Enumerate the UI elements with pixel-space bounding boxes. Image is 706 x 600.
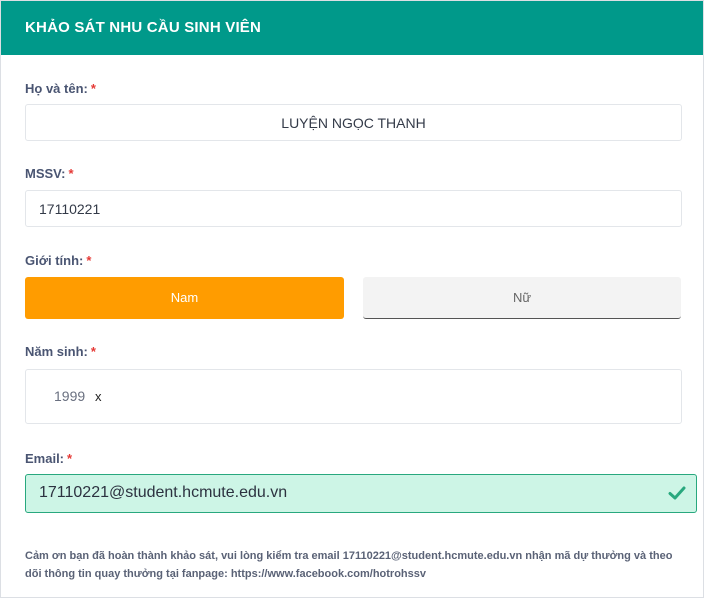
completion-message: Cảm ơn bạn đã hoàn thành khảo sát, vui l… <box>25 550 673 580</box>
clear-selection-icon[interactable]: x <box>95 389 102 404</box>
gender-female-button[interactable]: Nữ <box>363 277 681 319</box>
email-label-text: Email: <box>25 451 65 466</box>
birth-year-label-text: Năm sinh: <box>25 344 88 359</box>
check-icon <box>668 486 686 500</box>
birth-year-label: Năm sinh: * <box>25 344 96 359</box>
birth-year-value: 1999 <box>54 388 86 404</box>
fullname-label: Họ và tên: * <box>25 81 96 96</box>
mssv-field[interactable]: 17110221 <box>25 190 682 227</box>
survey-card: KHẢO SÁT NHU CẦU SINH VIÊN Họ và tên: * L… <box>0 0 704 598</box>
birth-year-select[interactable]: 1999 x <box>25 369 682 424</box>
fullname-label-text: Họ và tên: <box>25 81 88 96</box>
required-mark: * <box>68 166 74 181</box>
required-mark: * <box>86 253 92 268</box>
gender-label: Giới tính: * <box>25 253 91 268</box>
required-mark: * <box>67 451 73 466</box>
email-field[interactable]: 17110221@student.hcmute.edu.vn <box>25 474 697 513</box>
email-value: 17110221@student.hcmute.edu.vn <box>39 484 288 501</box>
mssv-label: MSSV: * <box>25 166 74 181</box>
required-mark: * <box>90 81 96 96</box>
required-mark: * <box>90 344 96 359</box>
survey-title: KHẢO SÁT NHU CẦU SINH VIÊN <box>1 1 703 55</box>
gender-label-text: Giới tính: <box>25 253 84 268</box>
gender-male-button[interactable]: Nam <box>25 277 344 319</box>
mssv-label-text: MSSV: <box>25 166 66 181</box>
fullname-field[interactable]: LUYỆN NGỌC THANH <box>25 104 682 141</box>
email-label: Email: * <box>25 451 72 466</box>
